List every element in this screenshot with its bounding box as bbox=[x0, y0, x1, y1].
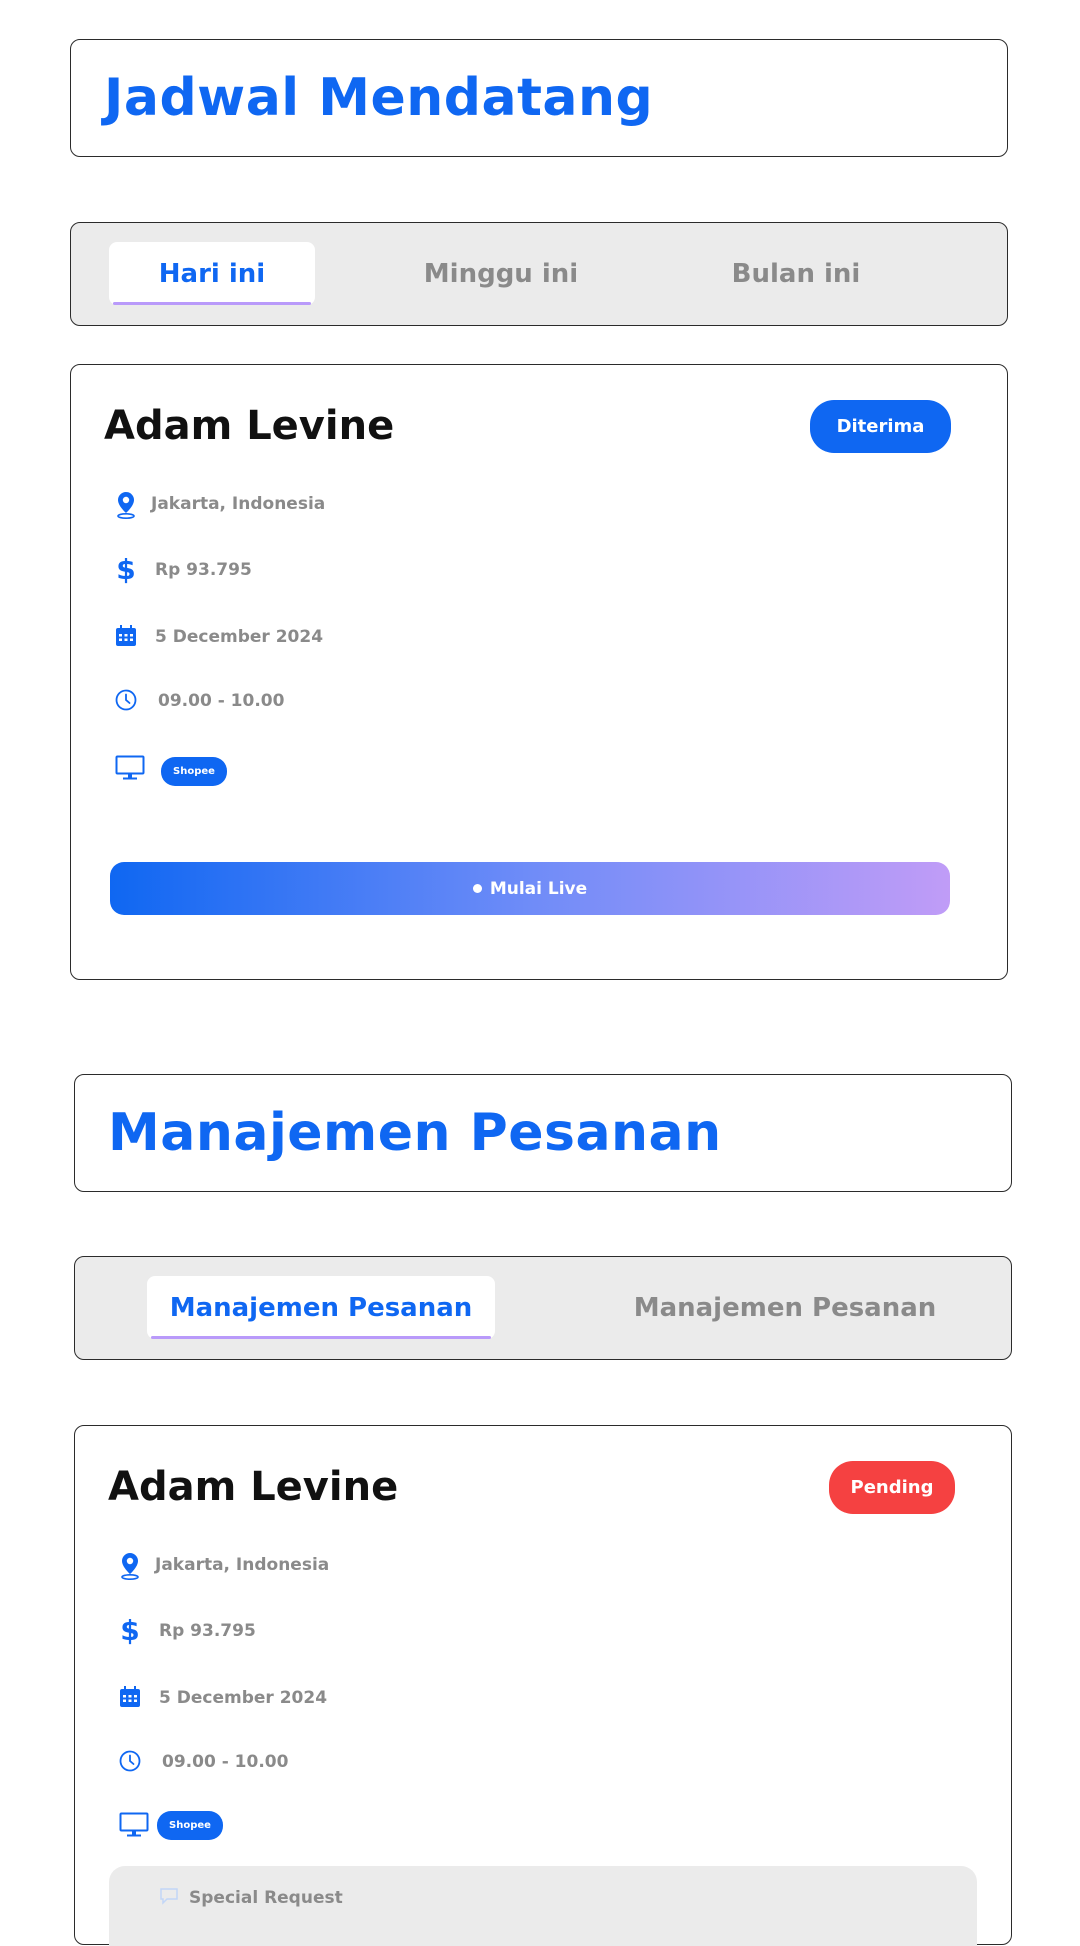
clock-icon bbox=[111, 685, 141, 715]
date-text: 5 December 2024 bbox=[155, 627, 324, 647]
date-text: 5 December 2024 bbox=[159, 1688, 328, 1708]
calendar-icon bbox=[115, 1682, 145, 1712]
order-card: Adam Levine Pending Jakarta, Indonesia $… bbox=[74, 1425, 1012, 1946]
location-text: Jakarta, Indonesia bbox=[151, 494, 326, 514]
start-live-button[interactable]: Mulai Live bbox=[110, 862, 950, 915]
price-text: Rp 93.795 bbox=[155, 560, 252, 580]
live-dot-icon bbox=[472, 884, 482, 893]
dollar-icon: $ bbox=[116, 552, 136, 586]
platform-pill: Shopee bbox=[157, 1811, 223, 1840]
customer-name: Adam Levine bbox=[104, 403, 395, 449]
location-pin-icon bbox=[115, 1551, 145, 1581]
status-badge: Pending bbox=[829, 1461, 955, 1514]
clock-icon bbox=[115, 1746, 145, 1776]
schedule-card: Adam Levine Diterima Jakarta, Indonesia … bbox=[70, 364, 1008, 980]
tab-orders-primary[interactable]: Manajemen Pesanan bbox=[147, 1276, 495, 1339]
tab-this-week[interactable]: Minggu ini bbox=[391, 242, 611, 305]
time-text: 09.00 - 10.00 bbox=[158, 691, 285, 711]
tab-today[interactable]: Hari ini bbox=[109, 242, 315, 305]
schedule-title: Jadwal Mendatang bbox=[104, 68, 654, 128]
price-text: Rp 93.795 bbox=[159, 1621, 256, 1641]
calendar-icon bbox=[111, 621, 141, 651]
platform-pill: Shopee bbox=[161, 757, 227, 786]
location-pin-icon bbox=[111, 490, 141, 520]
status-badge: Diterima bbox=[810, 400, 951, 453]
special-request-label: Special Request bbox=[189, 1888, 343, 1908]
tab-orders-secondary[interactable]: Manajemen Pesanan bbox=[615, 1276, 955, 1339]
orders-header: Manajemen Pesanan bbox=[74, 1074, 1012, 1192]
dollar-icon: $ bbox=[120, 1613, 140, 1647]
start-live-label: Mulai Live bbox=[489, 878, 588, 899]
orders-title: Manajemen Pesanan bbox=[108, 1103, 722, 1163]
customer-name: Adam Levine bbox=[108, 1464, 399, 1510]
location-text: Jakarta, Indonesia bbox=[155, 1555, 330, 1575]
monitor-icon bbox=[115, 753, 145, 783]
special-request-box: Special Request bbox=[109, 1866, 977, 1946]
schedule-header: Jadwal Mendatang bbox=[70, 39, 1008, 157]
orders-tabs: Manajemen Pesanan Manajemen Pesanan bbox=[74, 1256, 1012, 1360]
schedule-tabs: Hari ini Minggu ini Bulan ini bbox=[70, 222, 1008, 326]
time-text: 09.00 - 10.00 bbox=[162, 1752, 289, 1772]
tab-this-month[interactable]: Bulan ini bbox=[686, 242, 906, 305]
monitor-icon bbox=[119, 1810, 149, 1840]
chat-bubble-icon bbox=[159, 1887, 179, 1909]
